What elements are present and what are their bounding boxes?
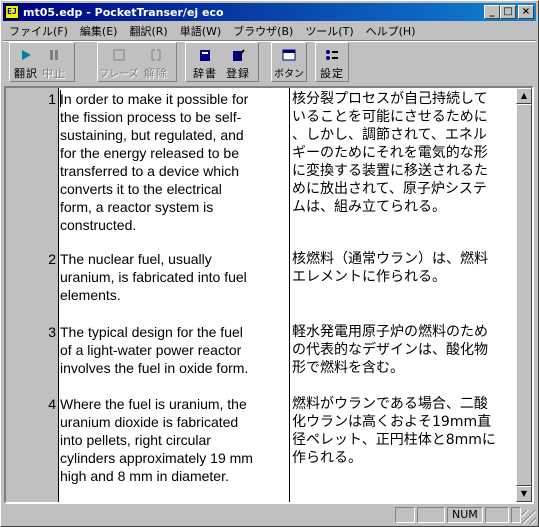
- status-panel-empty-1: [395, 507, 415, 523]
- menu-bar: ファイル(F) 編集(E) 翻訳(R) 単語(W) ブラウザ(B) ツール(T)…: [3, 21, 536, 40]
- line-number-gutter: [6, 88, 59, 502]
- target-text[interactable]: 核分裂プロセスが自己持続して いることを可能にさせるために 、しかし、調節されて…: [292, 90, 518, 216]
- settings-button[interactable]: 設定: [318, 45, 346, 83]
- resize-grip-icon[interactable]: [522, 510, 536, 524]
- row-number: 3: [48, 324, 56, 340]
- source-text[interactable]: Where the fuel is uranium, the uranium d…: [60, 395, 284, 485]
- window-title: mt05.edp - PocketTranser/ej eco: [23, 5, 224, 19]
- source-text[interactable]: The typical design for the fuel of a lig…: [60, 323, 284, 377]
- menu-browser[interactable]: ブラウザ(B): [227, 23, 299, 39]
- button-label: ボタン: [274, 69, 304, 80]
- settings-label: 設定: [320, 67, 344, 80]
- close-button[interactable]: ×: [518, 5, 534, 19]
- vertical-scrollbar[interactable]: ▲ ▼: [516, 88, 532, 502]
- target-text[interactable]: 軽水発電用原子炉の燃料のため の代表的なデザインは、酸化物 形で燃料を含む。: [292, 323, 518, 377]
- maximize-button[interactable]: □: [500, 5, 516, 19]
- status-panel-empty-2: [417, 507, 445, 523]
- register-label: 登録: [226, 67, 250, 80]
- register-button[interactable]: 登録: [221, 45, 255, 83]
- scroll-thumb[interactable]: [516, 104, 532, 486]
- play-icon: [18, 48, 34, 62]
- status-message: [3, 507, 393, 523]
- status-panel-empty-3: [485, 507, 509, 523]
- stop-label: 中止: [42, 67, 66, 80]
- phrase-button[interactable]: フレーズ: [99, 45, 139, 83]
- menu-file[interactable]: ファイル(F): [3, 23, 74, 39]
- row-number: 4: [48, 396, 56, 412]
- stop-button[interactable]: 中止: [40, 45, 68, 83]
- source-text[interactable]: The nuclear fuel, usually uranium, is fa…: [60, 250, 284, 304]
- button-settings-button[interactable]: ボタン: [274, 45, 304, 83]
- row-number: 2: [48, 251, 56, 267]
- toolbar: 翻訳 中止 フレーズ 解除 辞書 登録 ボタン 設定: [3, 40, 536, 87]
- num-lock-indicator: NUM: [447, 507, 483, 523]
- dictionary-button[interactable]: 辞書: [189, 45, 221, 83]
- phrase-label: フレーズ: [99, 69, 139, 80]
- menu-help[interactable]: ヘルプ(H): [360, 23, 422, 39]
- window-icon: [281, 48, 297, 62]
- dictionary-label: 辞書: [193, 67, 217, 80]
- menu-tools[interactable]: ツール(T): [299, 23, 359, 39]
- scroll-up-icon[interactable]: ▲: [516, 88, 532, 104]
- release-button[interactable]: 解除: [138, 45, 174, 83]
- book-icon: [197, 48, 213, 62]
- source-text[interactable]: In order to make it possible for the fis…: [60, 90, 284, 234]
- target-text[interactable]: 核燃料（通常ウラン）は、燃料 エレメントに作られる。: [292, 250, 518, 286]
- menu-word[interactable]: 単語(W): [174, 23, 227, 39]
- minimize-button[interactable]: _: [484, 5, 500, 19]
- scroll-down-icon[interactable]: ▼: [516, 486, 532, 502]
- target-text[interactable]: 燃料がウランである場合、二酸 化ウランは高くおよそ19mm直 径ペレット、正円柱…: [292, 395, 518, 467]
- text-caret: [60, 90, 61, 107]
- column-divider[interactable]: [289, 88, 290, 502]
- status-panel-empty-4: [511, 507, 521, 523]
- app-window: EJ mt05.edp - PocketTranser/ej eco _ □ ×…: [0, 0, 539, 527]
- bracket-icon: [111, 48, 127, 62]
- pause-icon: [46, 48, 62, 62]
- release-label: 解除: [144, 67, 168, 80]
- app-icon[interactable]: EJ: [5, 5, 19, 19]
- menu-edit[interactable]: 編集(E): [74, 23, 124, 39]
- status-bar: NUM: [3, 506, 536, 524]
- translate-button[interactable]: 翻訳: [12, 45, 40, 83]
- menu-translate[interactable]: 翻訳(R): [123, 23, 173, 39]
- settings-icon: [324, 48, 340, 62]
- translation-pane[interactable]: 1 In order to make it possible for the f…: [4, 86, 534, 504]
- row-number: 1: [48, 91, 56, 107]
- split-bracket-icon: [148, 48, 164, 62]
- translate-label: 翻訳: [14, 67, 38, 80]
- title-bar[interactable]: EJ mt05.edp - PocketTranser/ej eco _ □ ×: [3, 3, 536, 21]
- edit-book-icon: [230, 48, 246, 62]
